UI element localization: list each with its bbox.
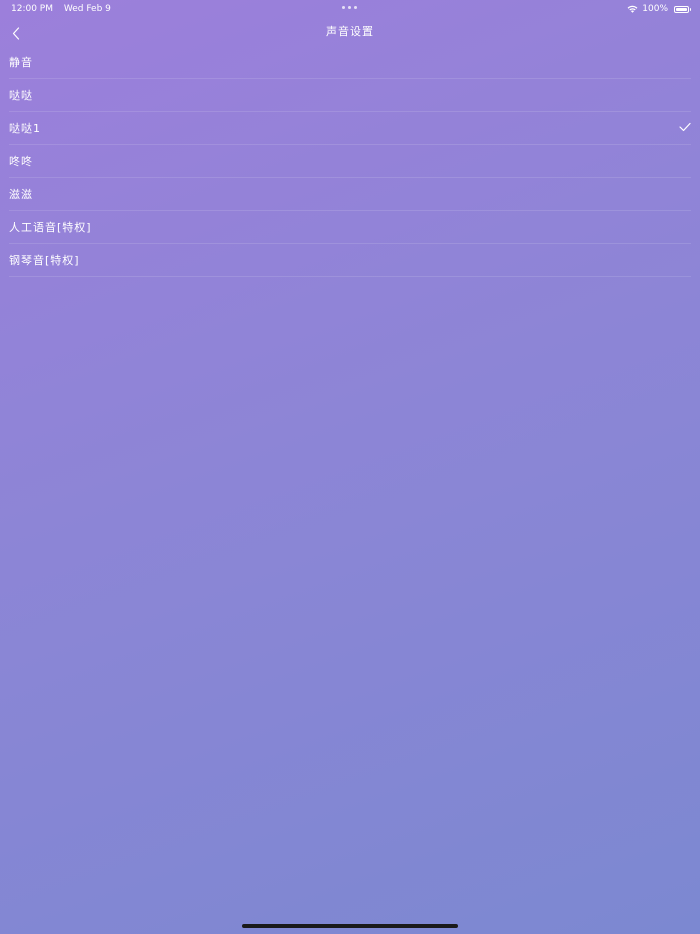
sound-option-label: 钢琴音[特权]	[9, 254, 80, 267]
sound-option-mute[interactable]: 静音	[9, 46, 691, 79]
sound-option-zizi[interactable]: 滋滋	[9, 178, 691, 211]
checkmark-icon	[679, 122, 691, 132]
status-time: 12:00 PM	[11, 4, 53, 14]
sound-option-label: 人工语音[特权]	[9, 221, 92, 234]
sound-option-label: 咚咚	[9, 155, 33, 168]
sound-option-dada[interactable]: 哒哒	[9, 79, 691, 112]
status-date: Wed Feb 9	[63, 4, 111, 14]
status-time-date: 12:00 PM Wed Feb 9	[11, 0, 111, 18]
page-title: 声音设置	[326, 25, 374, 38]
sound-option-label: 哒哒	[9, 89, 33, 102]
multitasking-dots-icon[interactable]	[342, 6, 357, 9]
sound-option-label: 静音	[9, 56, 33, 69]
sound-option-human-voice[interactable]: 人工语音[特权]	[9, 211, 691, 244]
home-indicator[interactable]	[242, 924, 458, 928]
navigation-bar: 声音设置	[0, 18, 700, 46]
battery-percent: 100%	[642, 4, 668, 14]
battery-icon	[674, 5, 691, 13]
sound-option-label: 哒哒1	[9, 122, 41, 135]
sound-option-piano[interactable]: 钢琴音[特权]	[9, 244, 691, 277]
wifi-icon	[627, 5, 638, 13]
sound-options-list: 静音 哒哒 哒哒1 咚咚 滋滋 人工语音[特权] 钢琴音[特权]	[0, 46, 700, 277]
sound-option-dada1[interactable]: 哒哒1	[9, 112, 691, 145]
status-indicators: 100%	[627, 0, 691, 18]
status-bar: 12:00 PM Wed Feb 9 100%	[0, 0, 700, 18]
sound-option-label: 滋滋	[9, 188, 33, 201]
sound-option-dongdong[interactable]: 咚咚	[9, 145, 691, 178]
